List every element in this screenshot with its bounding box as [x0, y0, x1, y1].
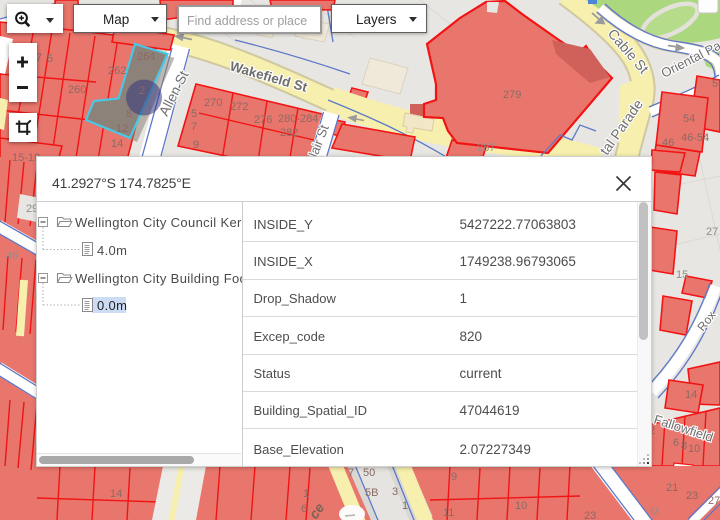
- svg-text:270: 270: [204, 97, 222, 109]
- svg-text:5: 5: [47, 53, 53, 65]
- svg-text:27: 27: [708, 495, 720, 507]
- svg-text:1: 1: [402, 500, 408, 512]
- svg-text:11: 11: [443, 507, 454, 519]
- svg-text:5B: 5B: [365, 487, 378, 499]
- svg-text:15-19: 15-19: [12, 152, 40, 164]
- svg-text:272: 272: [230, 101, 248, 113]
- svg-text:2: 2: [139, 85, 145, 97]
- svg-text:282: 282: [280, 127, 298, 139]
- svg-text:7: 7: [348, 467, 354, 479]
- svg-text:14: 14: [685, 389, 697, 401]
- svg-text:287: 287: [477, 142, 495, 154]
- svg-text:23: 23: [584, 510, 596, 520]
- svg-text:1: 1: [303, 488, 309, 500]
- svg-text:5: 5: [191, 108, 197, 120]
- svg-text:9: 9: [451, 471, 457, 483]
- svg-text:46-54: 46-54: [681, 132, 709, 144]
- svg-text:264: 264: [137, 51, 155, 63]
- svg-text:21: 21: [666, 482, 678, 494]
- svg-text:46: 46: [6, 250, 18, 262]
- svg-text:276: 276: [254, 114, 272, 126]
- svg-text:10: 10: [515, 500, 527, 512]
- svg-text:46: 46: [662, 137, 674, 149]
- svg-text:6: 6: [301, 503, 307, 515]
- svg-text:8: 8: [126, 108, 132, 120]
- svg-text:262: 262: [108, 65, 126, 77]
- svg-text:15: 15: [676, 269, 688, 281]
- svg-text:27: 27: [706, 226, 718, 238]
- svg-text:23: 23: [686, 490, 698, 502]
- svg-text:5: 5: [712, 78, 718, 90]
- svg-text:3: 3: [392, 486, 398, 498]
- svg-text:12: 12: [116, 123, 128, 135]
- svg-text:10: 10: [688, 443, 700, 455]
- svg-text:M: M: [650, 506, 659, 518]
- svg-text:8: 8: [681, 440, 687, 452]
- svg-text:50: 50: [363, 467, 375, 479]
- svg-text:6: 6: [673, 437, 679, 449]
- svg-text:14: 14: [111, 138, 123, 150]
- svg-text:9: 9: [193, 139, 199, 151]
- svg-text:260: 260: [68, 84, 86, 96]
- svg-text:7: 7: [191, 121, 197, 133]
- svg-text:280-284: 280-284: [278, 113, 318, 125]
- svg-text:54: 54: [683, 113, 695, 125]
- svg-text:279: 279: [503, 89, 521, 101]
- svg-text:14: 14: [110, 488, 122, 500]
